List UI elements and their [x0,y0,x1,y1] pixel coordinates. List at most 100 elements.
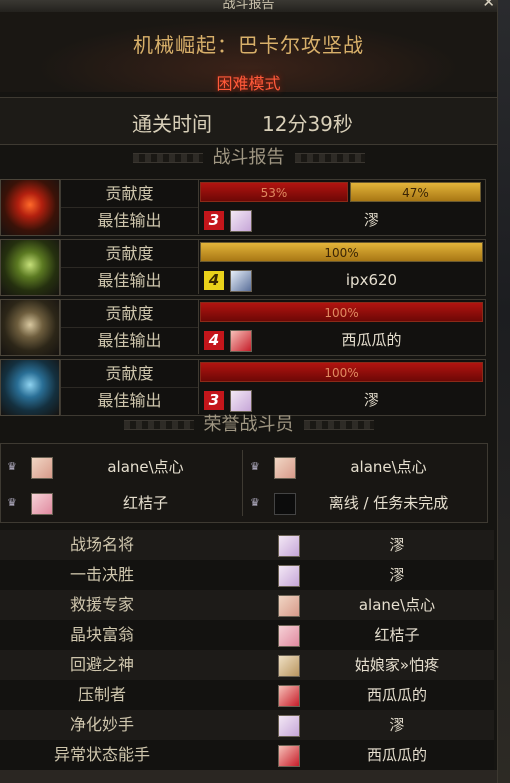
award-winner-name[interactable]: 红桔子 [300,620,494,650]
award-row: 救援专家 alane\点心 [0,590,494,620]
ornament-left [132,153,203,163]
award-title: 晶块富翁 [69,625,134,644]
award-row: 回避之神 姑娘家»怕疼 [0,650,494,680]
award-winner-name[interactable]: 西瓜瓜的 [300,680,494,710]
avatar [230,330,252,352]
ornament-right [303,420,374,430]
clear-time-label: 通关时间 [132,112,212,136]
contribution-bar: 100% [200,362,483,382]
crown-icon: ♛ [7,460,17,473]
contribution-bar: 53% [200,182,348,202]
award-title: 压制者 [77,685,126,704]
dungeon-name: 机械崛起：巴卡尔攻坚战 [133,33,364,57]
honor-member[interactable]: ♛ 离线 / 任务未完成 [244,484,487,522]
honor-member-name: 红桔子 [122,494,168,512]
difficulty-label: 困难模式 [216,74,281,93]
boss-row: 贡献度 最佳输出 100% 4 ipx620 [0,239,486,296]
contribution-bars: 100% [200,242,483,262]
honor-member[interactable]: ♛ alane\点心 [1,448,244,486]
award-title: 回避之神 [69,655,134,674]
close-icon[interactable]: ✕ [482,0,495,10]
best-dps-entry[interactable]: 3漻 [200,388,483,413]
avatar [278,685,300,707]
avatar [278,715,300,737]
dungeon-header: 机械崛起：巴卡尔攻坚战 困难模式 [0,12,497,93]
boss-row: 贡献度 最佳输出 100% 4 西瓜瓜的 [0,299,486,356]
avatar [274,457,296,479]
contribution-bar: 100% [200,302,483,322]
boss-row: 贡献度 最佳输出 53% 47% 3 漻 [0,179,486,236]
award-title: 一击决胜 [69,565,134,584]
avatar [230,210,252,232]
avatar [278,625,300,647]
avatar [31,493,53,515]
avatar [230,270,252,292]
best-dps-label: 最佳输出 [61,387,199,414]
avatar [278,655,300,677]
award-winner-name[interactable]: alane\点心 [300,590,494,620]
ornament-left [123,420,194,430]
award-title: 净化妙手 [69,715,134,734]
contribution-label: 贡献度 [61,360,199,388]
award-winner-name[interactable]: 漻 [300,710,494,740]
avatar [278,535,300,557]
award-title: 异常状态能手 [53,745,150,764]
honor-title: 荣誉战斗员 [203,414,294,435]
avatar [278,745,300,767]
battle-report-title: 战斗报告 [212,147,285,168]
rank-badge: 4 [204,271,224,290]
crown-icon: ♛ [7,496,17,509]
award-row: 净化妙手 漻 [0,710,494,740]
green-boss-portrait-icon [0,239,60,296]
best-dps-name: 漻 [363,391,379,409]
red-boss-portrait-icon [0,179,60,236]
window-title: 战斗报告 [222,0,275,12]
boss-stats-panel: 贡献度 最佳输出 100% 4 西瓜瓜的 [60,299,486,356]
avatar [230,390,252,412]
battle-report-window: 战斗报告 ✕ 机械崛起：巴卡尔攻坚战 困难模式 通关时间 12分39秒 战斗报告… [0,0,498,783]
best-dps-entry[interactable]: 4 ipx620 [200,268,483,293]
crown-icon: ♛ [250,496,260,509]
contribution-bars: 100% [200,362,483,382]
best-dps-entry[interactable]: 4 西瓜瓜的 [200,328,483,353]
blue-boss-portrait-icon [0,359,60,416]
rank-badge: 3 [204,211,224,230]
award-row: 一击决胜 漻 [0,560,494,590]
contribution-label: 贡献度 [61,240,199,268]
ornament-right [294,153,365,163]
contribution-label: 贡献度 [61,180,199,208]
honor-member[interactable]: ♛ alane\点心 [244,448,487,486]
honor-member[interactable]: ♛ 红桔子 [1,484,244,522]
award-winner-name[interactable]: 姑娘家»怕疼 [300,650,494,680]
award-winner-name[interactable]: 漻 [300,560,494,590]
avatar [31,457,53,479]
best-dps-entry[interactable]: 3漻 [200,208,483,233]
best-dps-name: 漻 [363,211,379,229]
rank-badge: 3 [204,391,224,410]
avatar [278,565,300,587]
contribution-bars: 53% 47% [200,182,483,202]
best-dps-label: 最佳输出 [61,327,199,354]
best-dps-name: 西瓜瓜的 [341,331,402,349]
bottom-strip [0,770,497,783]
boss-stats-panel: 贡献度 最佳输出 53% 47% 3 漻 [60,179,486,236]
award-row: 晶块富翁 红桔子 [0,620,494,650]
honor-heading: 荣誉战斗员 [0,412,497,438]
avatar [278,595,300,617]
gold-boss-portrait-icon [0,299,60,356]
best-dps-name: ipx620 [345,271,398,289]
contribution-bar: 100% [200,242,483,262]
clear-time-value: 12分39秒 [262,112,353,136]
boss-stats-panel: 贡献度 最佳输出 100% 3 漻 [60,359,486,416]
best-dps-label: 最佳输出 [61,267,199,294]
honor-member-name: alane\点心 [107,458,184,476]
empty-avatar [274,493,296,515]
award-winner-name[interactable]: 西瓜瓜的 [300,740,494,770]
award-title: 战场名将 [69,535,134,554]
award-row: 战场名将 漻 [0,530,494,560]
contribution-label: 贡献度 [61,300,199,328]
honor-panel: ♛ alane\点心 ♛ alane\点心 ♛ 红桔子 ♛ 离线 / 任务未完成 [0,443,488,523]
award-winner-name[interactable]: 漻 [300,530,494,560]
clear-time-row: 通关时间 12分39秒 [0,97,497,145]
boss-row: 贡献度 最佳输出 100% 3 漻 [0,359,486,416]
